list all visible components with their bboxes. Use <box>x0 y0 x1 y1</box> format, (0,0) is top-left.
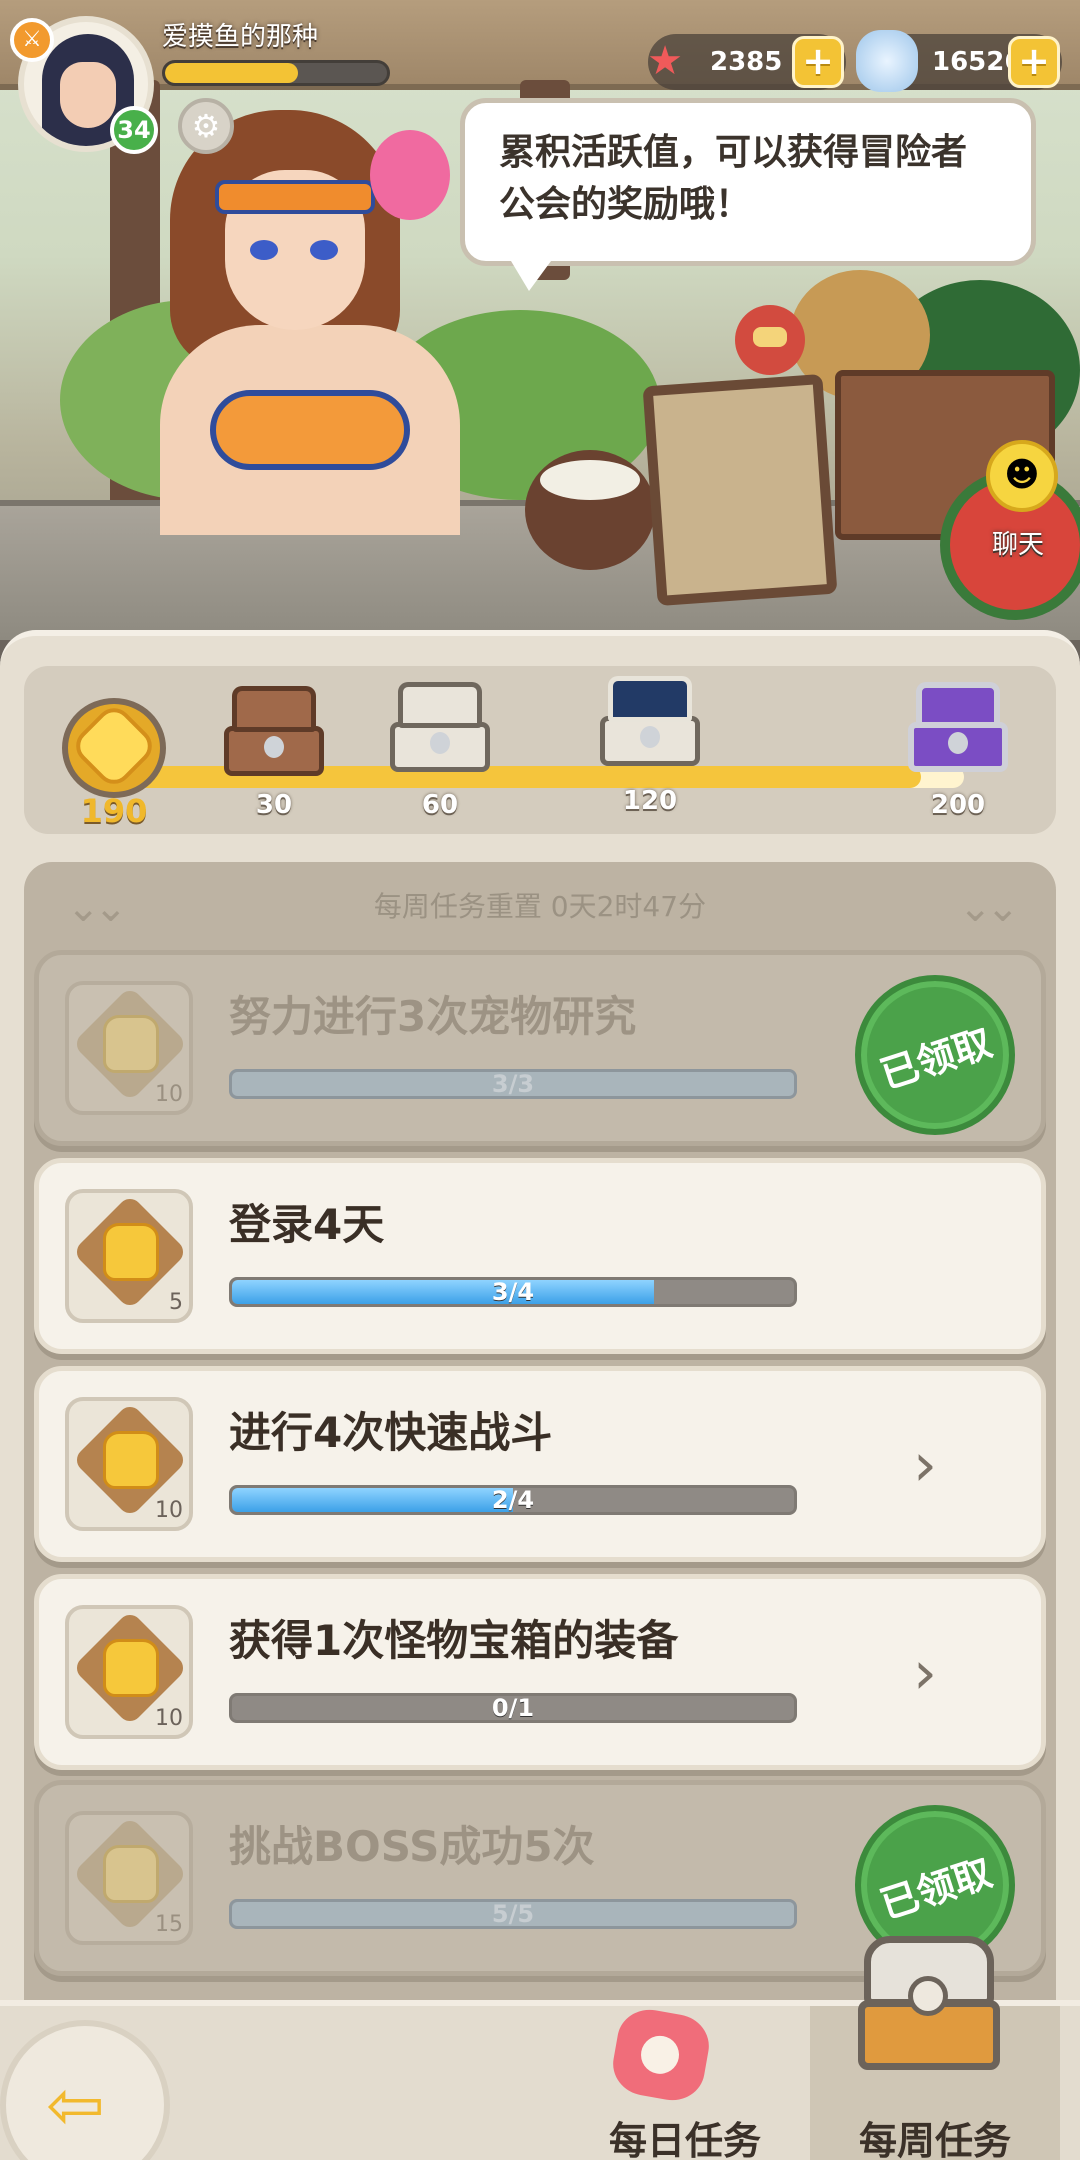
tab-daily-label: 每日任务 <box>608 2119 761 2160</box>
chat-face-icon: ☻ <box>986 440 1058 512</box>
milestone-30-label: 30 <box>255 790 293 820</box>
milestone-60-label: 60 <box>421 790 459 820</box>
guild-badge-icon: ⚔ <box>10 18 54 62</box>
reward-icon: 15 <box>65 1811 193 1945</box>
task-progress-text: 3/4 <box>491 1278 535 1306</box>
reset-timer-row: ⌄⌄ 每周任务重置 0天2时47分 ⌄⌄ <box>24 862 1056 952</box>
add-starfish-button[interactable]: + <box>792 36 844 88</box>
task-progress-text: 3/3 <box>491 1070 535 1098</box>
task-title: 获得1次怪物宝箱的装备 <box>229 1616 679 1665</box>
chest-30-icon[interactable] <box>214 680 334 790</box>
activity-current-value: 190 <box>80 792 148 830</box>
npc-speech-bubble: 累积活跃值，可以获得冒险者公会的奖励哦！ <box>460 98 1036 291</box>
reward-icon: 5 <box>65 1189 193 1323</box>
starfish-icon: ★ <box>647 38 683 84</box>
reset-timer: 每周任务重置 0天2时47分 <box>373 890 707 923</box>
back-arrow-icon: ⇦ <box>46 2064 105 2146</box>
task-progress-bar: 5/5 <box>229 1899 797 1929</box>
task-title: 努力进行3次宠物研究 <box>229 992 637 1041</box>
shell-gem-icon <box>856 30 918 92</box>
tab-weekly-label: 每周任务 <box>858 2119 1011 2160</box>
task-progress-text: 2/4 <box>491 1486 535 1514</box>
tab-daily-tasks[interactable]: 每日任务 <box>560 2004 810 2160</box>
settings-gear-icon[interactable]: ⚙ <box>178 98 234 154</box>
task-progress-bar: 2/4 <box>229 1485 797 1515</box>
chevron-down-icon: ⌄⌄ <box>958 885 1019 931</box>
reward-icon: 10 <box>65 1605 193 1739</box>
tab-weekly-tasks[interactable]: 每周任务 <box>810 1936 1060 2160</box>
guild-npc <box>140 110 480 535</box>
reward-icon: 10 <box>65 981 193 1115</box>
flower-icon <box>370 130 450 220</box>
chevron-down-icon: ⌄⌄ <box>66 885 127 931</box>
chest-60-icon[interactable] <box>380 676 500 786</box>
reward-icon: 10 <box>65 1397 193 1531</box>
treasure-chest-icon <box>854 1936 1004 2086</box>
reward-amount: 5 <box>169 1290 183 1315</box>
chevron-right-icon[interactable]: › <box>913 1643 937 1703</box>
task-card[interactable]: 10 进行4次快速战斗 2/4 › <box>34 1366 1046 1562</box>
bird <box>735 305 805 375</box>
task-card[interactable]: 5 登录4天 3/4 <box>34 1158 1046 1354</box>
milestone-200-label: 200 <box>930 790 986 820</box>
exp-bar <box>162 60 390 86</box>
claimed-stamp: 已领取 <box>855 975 1015 1135</box>
coconut-drink <box>525 450 655 570</box>
background-scene <box>0 0 1080 640</box>
back-button[interactable]: ⇦ <box>0 2020 170 2160</box>
task-progress-text: 5/5 <box>491 1900 535 1928</box>
weekly-task-board: ⌄⌄ 每周任务重置 0天2时47分 ⌄⌄ 10 努力进行3次宠物研究 3/3 已… <box>24 862 1056 2052</box>
reward-amount: 10 <box>155 1082 183 1107</box>
starfish-icon <box>608 2004 714 2106</box>
reward-amount: 10 <box>155 1498 183 1523</box>
task-card: 10 努力进行3次宠物研究 3/3 已领取 <box>34 950 1046 1146</box>
activity-progress: 190 30 60 120 200 <box>24 666 1056 834</box>
exp-bar-fill <box>165 63 299 83</box>
level-badge: 34 <box>110 106 158 154</box>
task-panel: 190 30 60 120 200 ⌄⌄ 每周任务重置 0天2时47分 ⌄⌄ 1… <box>0 630 1080 2052</box>
task-title: 登录4天 <box>229 1200 385 1249</box>
task-progress-bar: 3/4 <box>229 1277 797 1307</box>
currency-shell: 165261 + <box>856 30 1062 92</box>
activity-medal-icon <box>54 690 174 800</box>
chat-label: 聊天 <box>991 530 1044 560</box>
task-title: 进行4次快速战斗 <box>229 1408 553 1457</box>
chest-200-icon[interactable] <box>898 676 1018 786</box>
milestone-120-label: 120 <box>622 786 678 816</box>
chevron-right-icon[interactable]: › <box>913 1435 937 1495</box>
task-card[interactable]: 10 获得1次怪物宝箱的装备 0/1 › <box>34 1574 1046 1770</box>
reward-amount: 10 <box>155 1706 183 1731</box>
player-name: 爱摸鱼的那种 <box>162 22 319 52</box>
reward-amount: 15 <box>155 1912 183 1937</box>
add-shell-button[interactable]: + <box>1008 36 1060 88</box>
starfish-value: 2385 <box>710 47 783 77</box>
chest-120-icon[interactable] <box>590 670 710 780</box>
task-progress-bar: 0/1 <box>229 1693 797 1723</box>
task-progress-bar: 3/3 <box>229 1069 797 1099</box>
chat-button[interactable]: ☻ 聊天 <box>968 440 1068 570</box>
task-title: 挑战BOSS成功5次 <box>229 1822 595 1871</box>
task-progress-text: 0/1 <box>491 1694 535 1722</box>
notice-board <box>642 373 838 607</box>
currency-starfish: ★ 2385 + <box>647 34 846 90</box>
bottom-nav: ⇦ 每日任务 每周任务 <box>0 1936 1080 2160</box>
